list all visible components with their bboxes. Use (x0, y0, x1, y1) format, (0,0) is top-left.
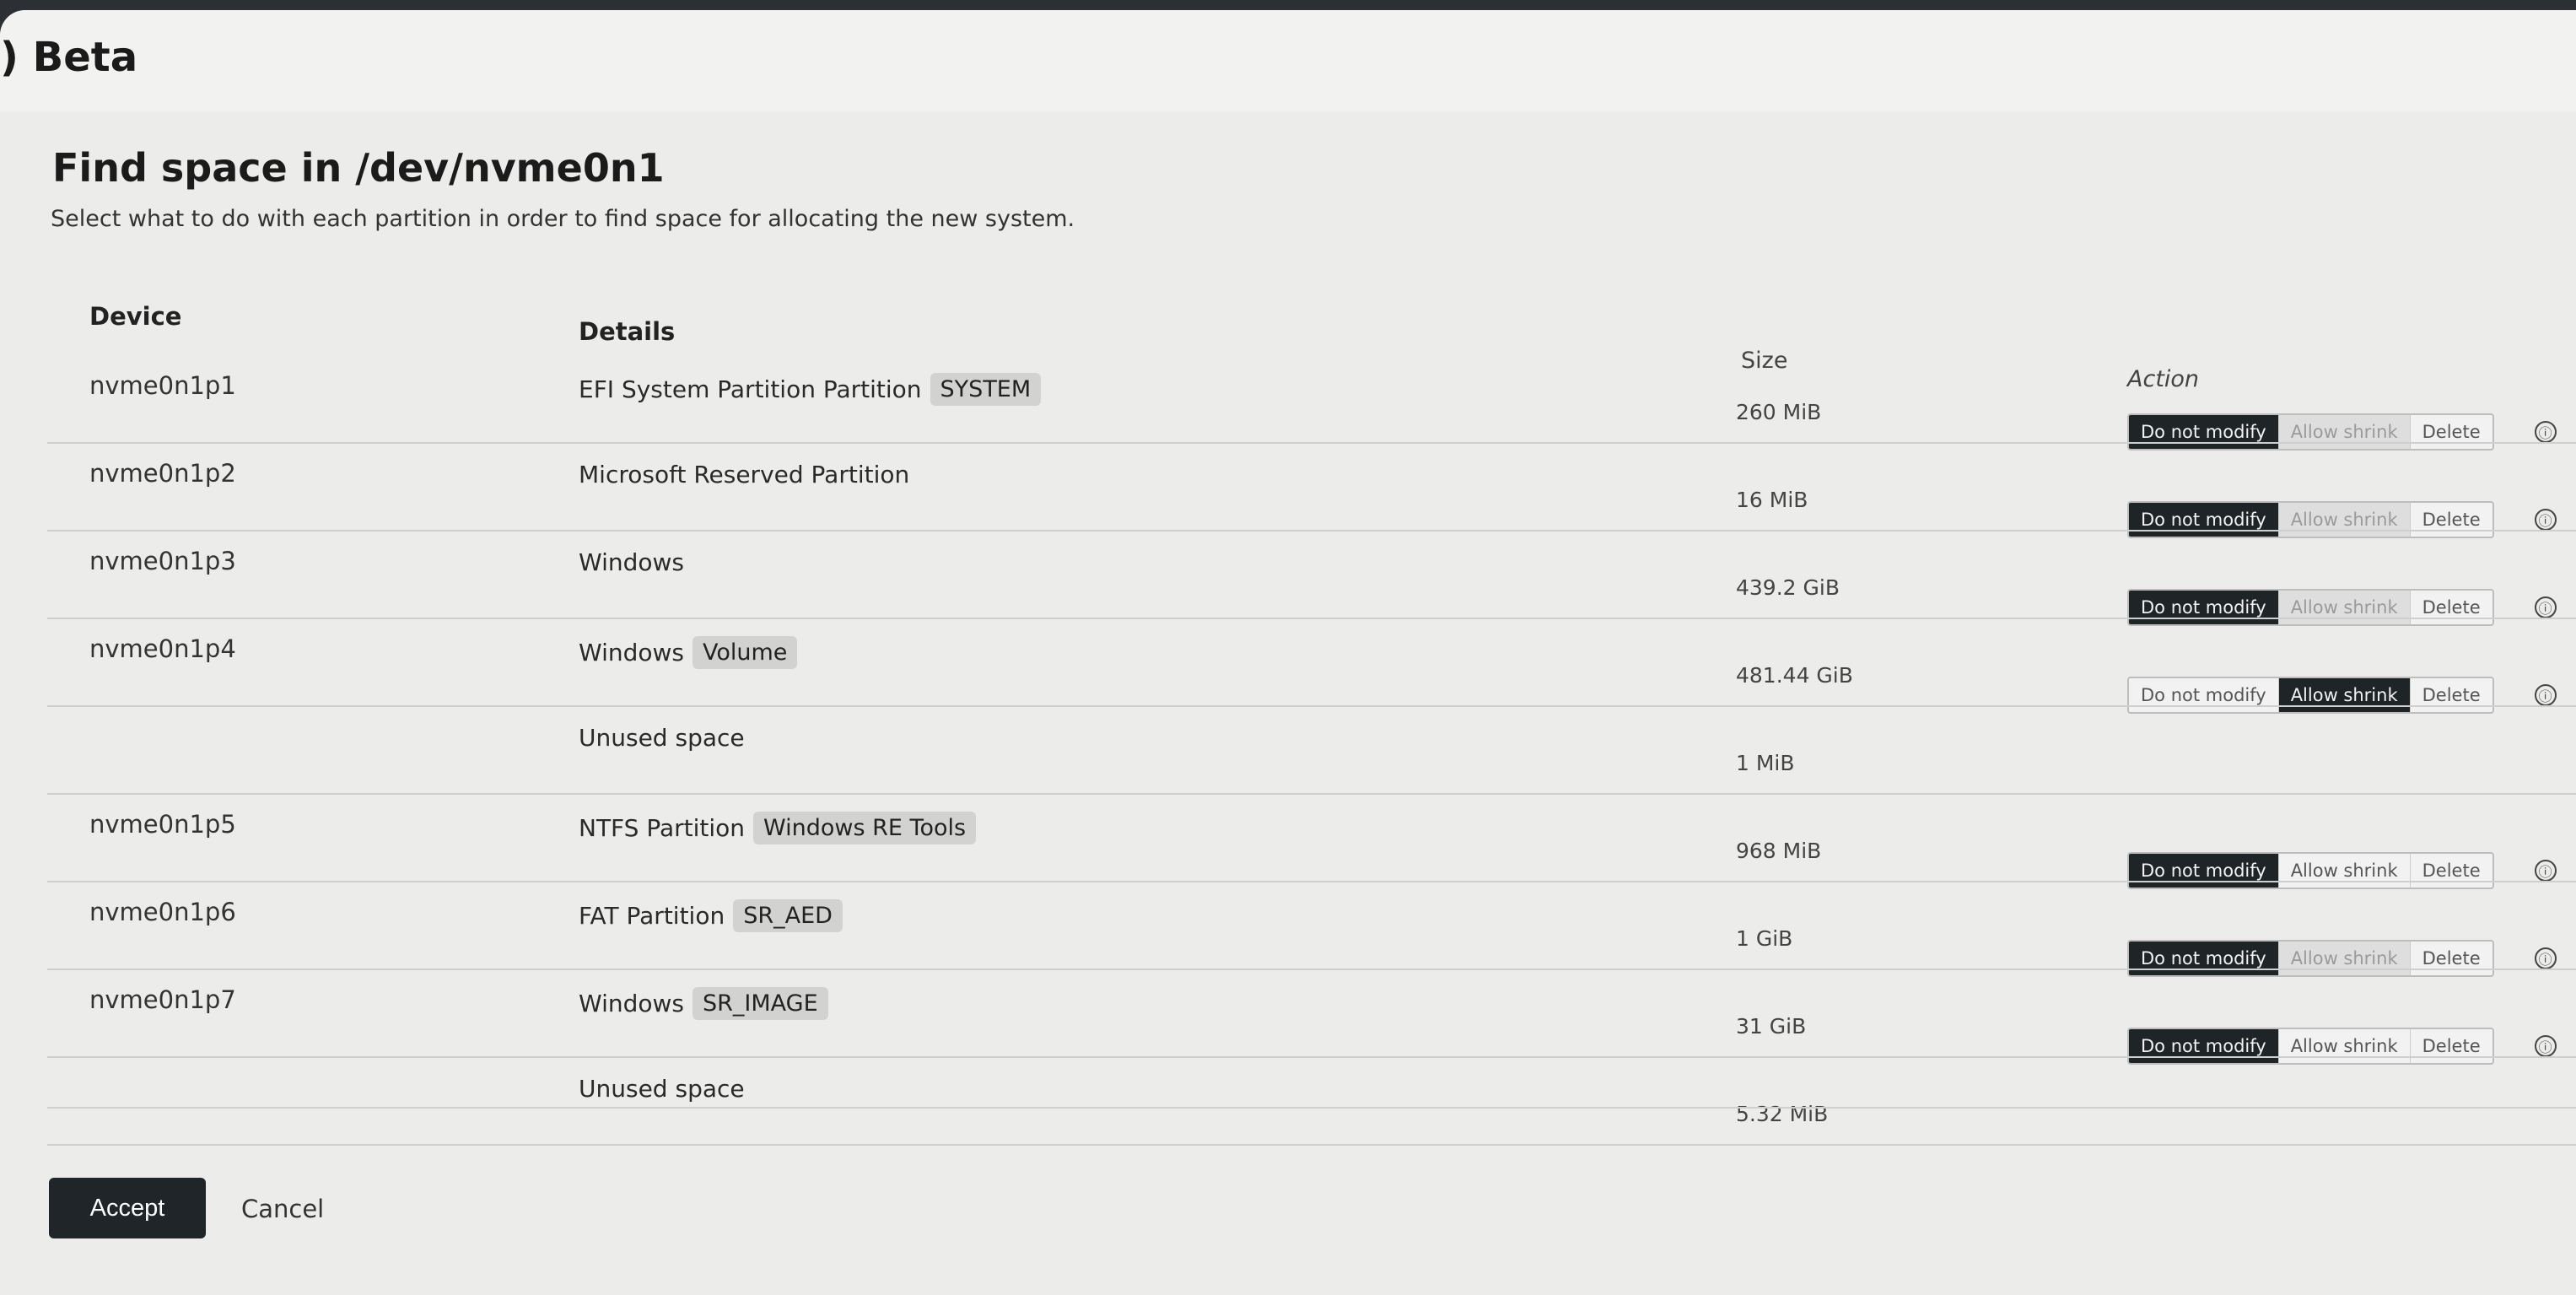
partition-details: NTFS Partition Windows RE Tools (579, 812, 977, 844)
partition-label-badge: SR_AED (733, 899, 843, 932)
info-icon[interactable]: ⓘ (2534, 596, 2557, 618)
partition-row: nvme0n1p6 FAT Partition SR_AED 1 GiB Do not … (0, 882, 2576, 977)
partition-size: 1 GiB (1736, 926, 1793, 951)
partition-row: nvme0n1p1 EFI System Partition Partition S… (0, 356, 2576, 451)
device-name: nvme0n1p5 (89, 810, 236, 839)
find-space-dialog: Find space in /dev/nvme0n1 Select what t… (0, 111, 2576, 1295)
partition-details: Windows (579, 548, 684, 576)
partition-row: nvme0n1p7 Windows SR_IMAGE 31 GiB Do not mod… (0, 970, 2576, 1065)
cancel-button[interactable]: Cancel (241, 1195, 324, 1223)
partition-size: 968 MiB (1736, 839, 1822, 863)
info-icon[interactable]: ⓘ (2534, 684, 2557, 706)
table-footer-divider (47, 1107, 2576, 1109)
details-text: Windows (579, 639, 684, 666)
device-name: nvme0n1p2 (89, 459, 236, 488)
details-text: Microsoft Reserved Partition (579, 461, 910, 488)
info-icon[interactable]: ⓘ (2534, 947, 2557, 969)
partition-size: 16 MiB (1736, 488, 1808, 512)
header-details: Details (579, 317, 676, 346)
accept-button[interactable]: Accept (49, 1178, 206, 1238)
details-text: Unused space (579, 1075, 745, 1103)
info-icon[interactable]: ⓘ (2534, 860, 2557, 882)
info-icon[interactable]: ⓘ (2534, 1035, 2557, 1057)
header-device: Device (89, 302, 182, 331)
partition-details: Microsoft Reserved Partition (579, 461, 909, 488)
partition-row: nvme0n1p3 Windows 439.2 GiB Do not modify Al… (0, 531, 2576, 626)
details-text: Windows (579, 548, 684, 576)
details-text: NTFS Partition (579, 814, 746, 842)
partition-row: Unused space 1 MiB (0, 707, 2576, 795)
partition-label-badge: Windows RE Tools (753, 812, 977, 844)
device-name: nvme0n1p3 (89, 547, 236, 575)
info-icon[interactable]: ⓘ (2534, 421, 2557, 443)
partition-row: nvme0n1p5 NTFS Partition Windows RE Tools 9… (0, 795, 2576, 889)
partition-label-badge: SYSTEM (930, 373, 1042, 406)
partition-size: 1 MiB (1736, 751, 1795, 775)
app-header: ) Beta (0, 10, 2576, 111)
info-icon[interactable]: ⓘ (2534, 509, 2557, 531)
device-name: nvme0n1p6 (89, 898, 236, 926)
device-name: nvme0n1p7 (89, 985, 236, 1014)
partition-details: EFI System Partition Partition SYSTEM (579, 373, 1042, 406)
details-text: Unused space (579, 724, 745, 752)
details-text: EFI System Partition Partition (579, 375, 922, 403)
partition-details: Unused space (579, 724, 745, 752)
device-name: nvme0n1p4 (89, 634, 236, 663)
partition-details: Windows Volume (579, 636, 798, 669)
partition-row: Unused space 5.32 MiB (0, 1058, 2576, 1146)
dialog-title: Find space in /dev/nvme0n1 (52, 145, 665, 191)
dialog-description: Select what to do with each partition in… (51, 206, 1075, 232)
partition-size: 439.2 GiB (1736, 575, 1840, 600)
device-name: nvme0n1p1 (89, 371, 236, 400)
partition-size: 260 MiB (1736, 400, 1822, 424)
installer-window: ) Beta Find space in /dev/nvme0n1 Select… (0, 10, 2576, 1295)
partition-details: Unused space (579, 1075, 745, 1103)
app-title: ) Beta (0, 34, 138, 81)
partition-label-badge: Volume (693, 636, 798, 669)
details-text: FAT Partition (579, 902, 725, 930)
details-text: Windows (579, 990, 684, 1017)
partition-size: 31 GiB (1736, 1014, 1807, 1039)
partition-size: 481.44 GiB (1736, 663, 1853, 688)
partition-label-badge: SR_IMAGE (693, 987, 828, 1020)
partition-details: FAT Partition SR_AED (579, 899, 843, 932)
partition-row: nvme0n1p2 Microsoft Reserved Partition 16 … (0, 444, 2576, 538)
partition-details: Windows SR_IMAGE (579, 987, 828, 1020)
partition-size: 5.32 MiB (1736, 1102, 1829, 1126)
partition-row: nvme0n1p4 Windows Volume 481.44 GiB Do not m… (0, 619, 2576, 714)
row-divider (47, 1144, 2576, 1146)
